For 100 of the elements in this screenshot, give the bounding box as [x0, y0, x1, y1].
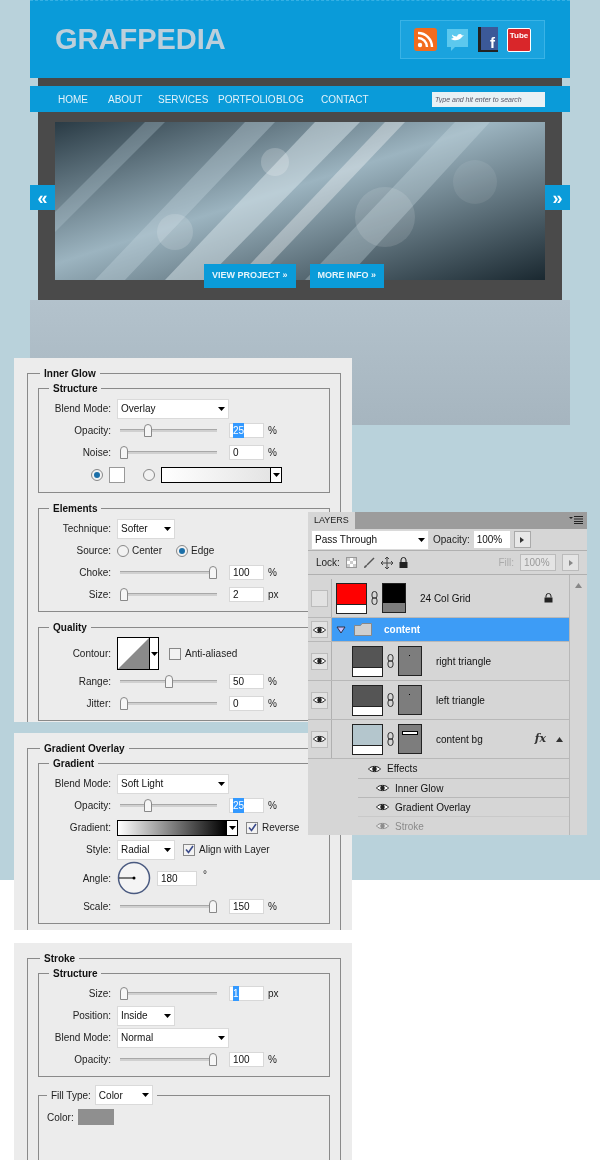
slider[interactable]: [120, 675, 217, 688]
field-label: Size:: [87, 987, 111, 1001]
brush-icon[interactable]: [362, 556, 375, 569]
number-field[interactable]: 0: [229, 445, 264, 460]
effects-label: Effects: [387, 762, 418, 776]
effect-name[interactable]: Gradient Overlay: [395, 799, 471, 815]
layer-mask-thumbnail: [398, 724, 422, 754]
slider-thumb[interactable]: [164, 675, 173, 688]
radio-button[interactable]: [91, 469, 103, 481]
gradient-preview[interactable]: [161, 467, 271, 483]
slider-thumb[interactable]: [144, 799, 152, 812]
number-field[interactable]: 50: [229, 674, 264, 689]
scroll-up-icon[interactable]: [575, 583, 582, 588]
move-icon[interactable]: [380, 556, 393, 569]
contour-preview[interactable]: [117, 637, 150, 670]
color-swatch[interactable]: [109, 467, 125, 483]
layer-name: left triangle: [436, 693, 485, 708]
unit-label: %: [268, 697, 277, 711]
field-label: Source:: [75, 544, 111, 558]
slider[interactable]: [120, 566, 217, 579]
caret-icon: [164, 526, 171, 531]
field-label: Style:: [85, 843, 111, 857]
checkbox[interactable]: [246, 821, 258, 834]
panel-tab[interactable]: LAYERS: [308, 512, 355, 529]
visibility-toggle[interactable]: [311, 730, 328, 748]
lock-icon[interactable]: [398, 557, 408, 569]
slider[interactable]: [120, 987, 217, 1000]
chain-link-icon: [387, 732, 394, 746]
unit-label: %: [268, 799, 277, 813]
chain-link-icon: [387, 654, 394, 668]
color-swatch[interactable]: [77, 1109, 114, 1125]
menu-icon[interactable]: [569, 516, 583, 524]
disclosure-triangle-icon[interactable]: [336, 625, 346, 634]
f-book-icon[interactable]: f: [478, 27, 498, 52]
dropdown[interactable]: Pass Through: [311, 529, 429, 550]
caret-icon: [228, 825, 236, 830]
dropdown[interactable]: Overlay: [117, 398, 229, 419]
slider[interactable]: [120, 446, 217, 459]
slider-thumb[interactable]: [120, 987, 128, 1000]
effect-name[interactable]: Inner Glow: [395, 780, 444, 796]
dropdown[interactable]: Color: [94, 1085, 153, 1105]
number-field[interactable]: 100: [229, 1052, 264, 1067]
visibility-toggle[interactable]: [311, 652, 328, 670]
number-field[interactable]: 2: [229, 587, 264, 602]
slider-thumb[interactable]: [120, 446, 128, 459]
tube-tv-icon[interactable]: Tube: [507, 27, 531, 52]
bird-icon[interactable]: [446, 27, 469, 52]
field-label: Opacity:: [73, 799, 111, 813]
field-label: Angle:: [81, 871, 111, 886]
visibility-toggle[interactable]: [311, 589, 328, 607]
dropdown[interactable]: Inside: [117, 1005, 175, 1026]
visibility-toggle[interactable]: [311, 691, 328, 709]
dropdown[interactable]: Softer: [117, 518, 175, 539]
gradient-preview[interactable]: [117, 819, 227, 836]
effects-badge[interactable]: fx: [534, 730, 546, 748]
angle-dial[interactable]: [117, 861, 151, 895]
slider-thumb[interactable]: [209, 1053, 217, 1066]
caret-icon: [164, 1013, 171, 1018]
slider-thumb[interactable]: [120, 588, 128, 601]
layer-mask-thumbnail: [398, 646, 422, 676]
eye-icon: [313, 696, 326, 704]
slider[interactable]: [120, 588, 217, 601]
slider[interactable]: [120, 424, 217, 437]
number-field[interactable]: 180: [157, 871, 197, 886]
slider[interactable]: [120, 799, 217, 812]
checkbox[interactable]: [169, 647, 181, 660]
radio-button[interactable]: [117, 544, 129, 557]
dropdown[interactable]: Normal: [117, 1027, 229, 1048]
expand-arrow-icon[interactable]: [556, 736, 563, 742]
dropdown[interactable]: Radial: [117, 839, 175, 860]
number-field[interactable]: 150: [229, 899, 264, 914]
slider[interactable]: [120, 900, 217, 913]
field-label: Range:: [77, 675, 111, 689]
number-field[interactable]: 100: [229, 565, 264, 580]
checker-icon[interactable]: [345, 557, 357, 569]
radio-button[interactable]: [176, 544, 188, 557]
slider[interactable]: [120, 697, 217, 710]
eye-icon: [313, 657, 326, 665]
field-label: Contour:: [71, 647, 111, 661]
radio-label: Center: [132, 544, 162, 558]
visibility-toggle[interactable]: [311, 621, 328, 638]
slider[interactable]: [120, 1053, 217, 1066]
slider-thumb[interactable]: [209, 900, 217, 913]
slider-thumb[interactable]: [209, 566, 217, 579]
field-label: Blend Mode:: [53, 1031, 111, 1045]
rss-icon[interactable]: [414, 28, 437, 51]
folder-icon: [354, 623, 372, 636]
caret-icon: [141, 1093, 149, 1097]
number-field[interactable]: 0: [229, 696, 264, 711]
dropdown[interactable]: Soft Light: [117, 773, 229, 794]
checkbox-label: Anti-aliased: [185, 647, 238, 661]
layer-name: right triangle: [436, 654, 492, 669]
opacity-field[interactable]: 100%: [473, 531, 510, 549]
field-label: Choke:: [78, 566, 111, 580]
slider-thumb[interactable]: [144, 424, 152, 437]
checkbox[interactable]: [183, 843, 195, 856]
chain-link-icon: [371, 591, 378, 605]
eye-icon: [313, 735, 326, 743]
radio-button[interactable]: [143, 469, 155, 481]
slider-thumb[interactable]: [120, 697, 128, 710]
